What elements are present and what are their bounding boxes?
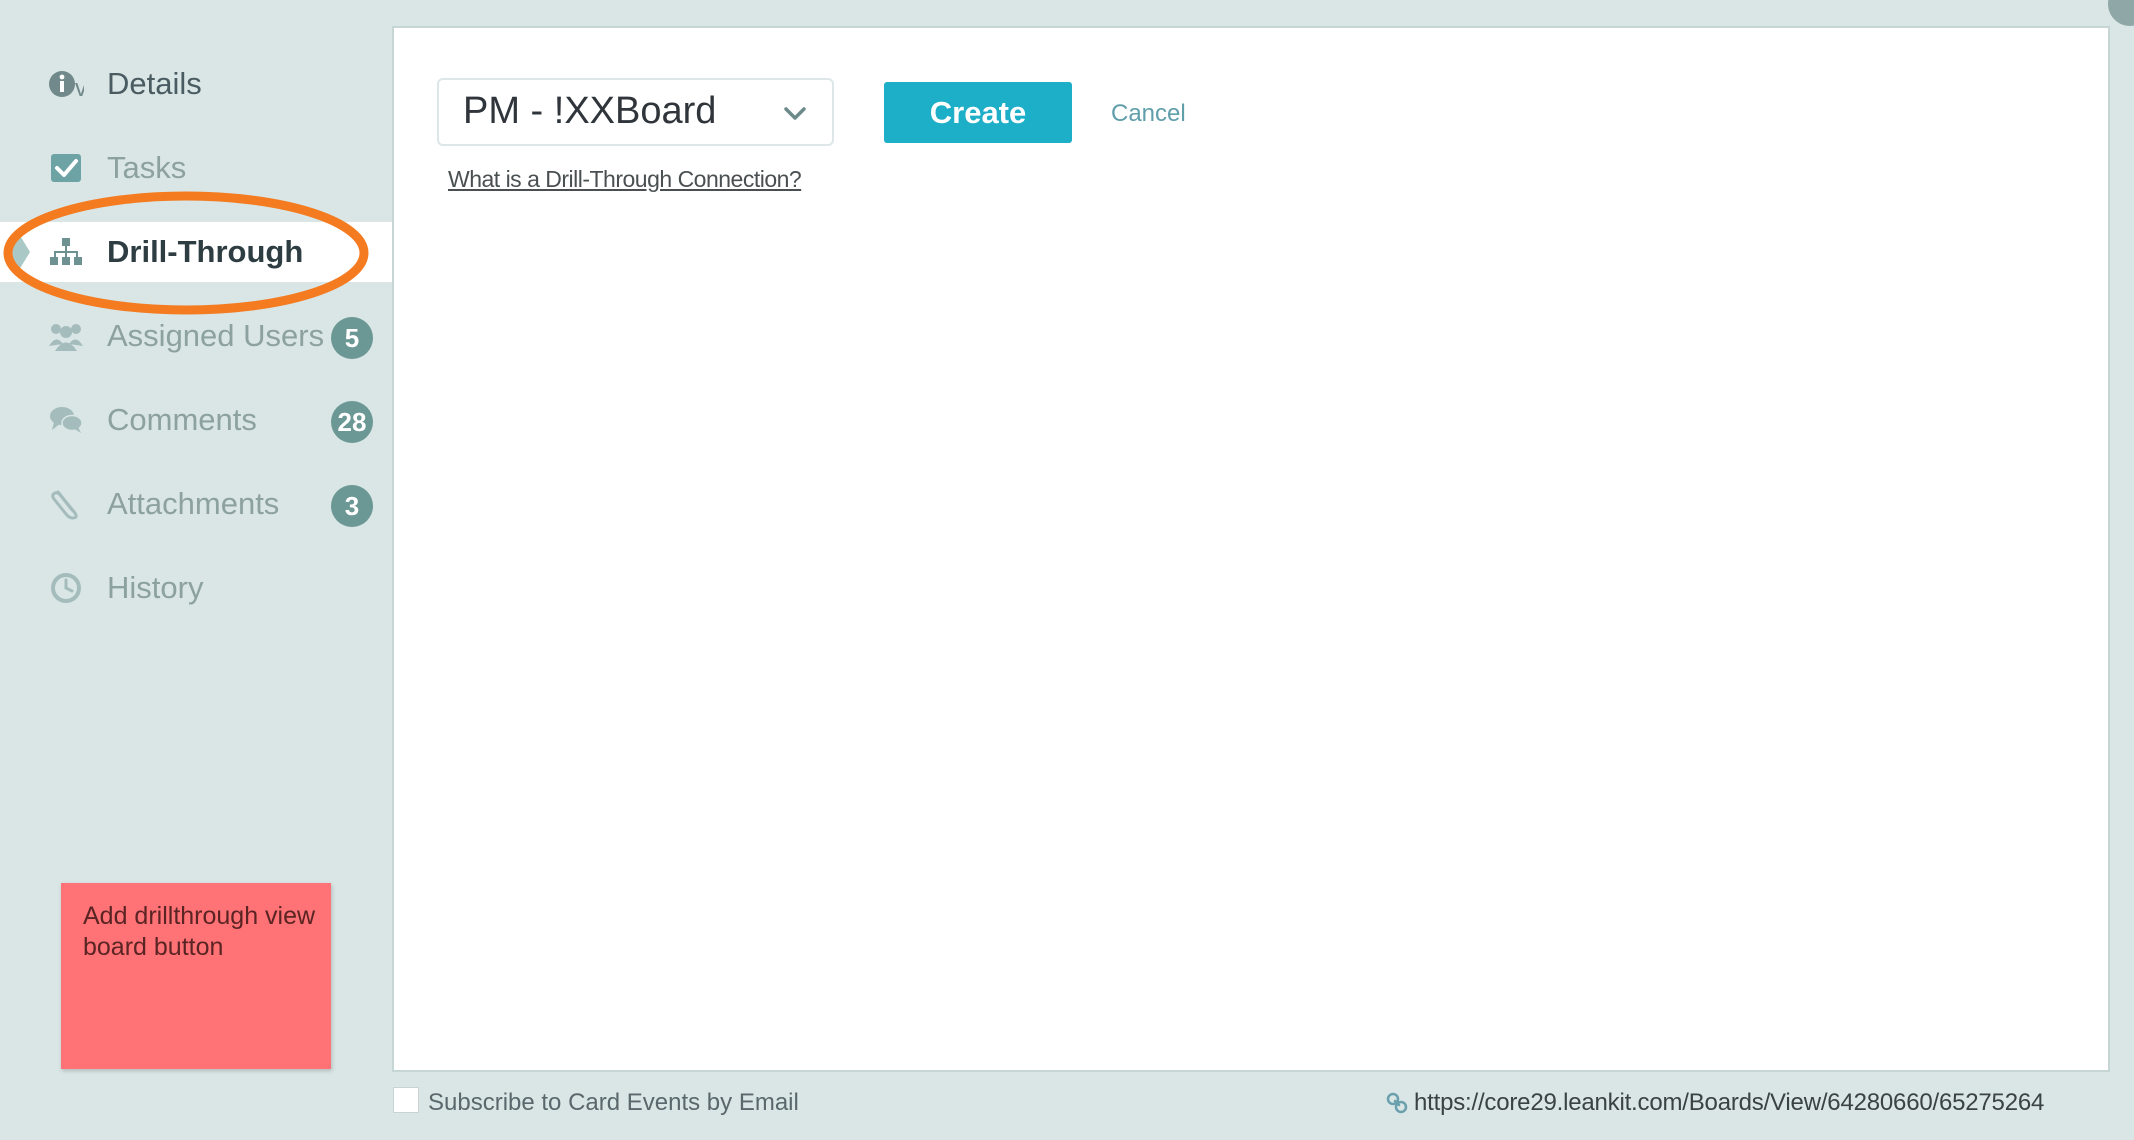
sticky-note-text: Add drillthrough view board button: [83, 902, 316, 961]
sidebar-item-label: Drill-Through: [107, 234, 304, 269]
comments-icon: [48, 404, 84, 436]
create-button[interactable]: Create: [884, 82, 1072, 143]
card-url-link[interactable]: https://core29.leankit.com/Boards/View/6…: [1386, 1089, 2044, 1117]
card-url-text: https://core29.leankit.com/Boards/View/6…: [1414, 1089, 2045, 1116]
link-icon: [1386, 1092, 1408, 1114]
info-icon: v: [48, 68, 84, 100]
card-sidebar: v Details Tasks Drill-Through Assigned U…: [0, 0, 392, 1140]
comments-count-badge: 28: [331, 401, 373, 443]
sidebar-item-label: Tasks: [107, 150, 187, 185]
sidebar-item-attachments[interactable]: Attachments 3: [0, 474, 392, 534]
board-select-value: PM - !XXBoard: [463, 90, 717, 132]
sidebar-item-history[interactable]: History: [0, 558, 392, 618]
close-icon[interactable]: [2108, 0, 2134, 26]
assigned-users-count-badge: 5: [331, 317, 373, 359]
chevron-down-icon: [782, 100, 808, 126]
active-item-marker: [8, 234, 30, 270]
sidebar-item-comments[interactable]: Comments 28: [0, 390, 392, 450]
checkbox-icon: [48, 152, 84, 184]
sidebar-item-drill-through[interactable]: Drill-Through: [0, 222, 392, 282]
sidebar-item-label: History: [107, 570, 204, 605]
sidebar-item-tasks[interactable]: Tasks: [0, 138, 392, 198]
subscribe-checkbox[interactable]: [393, 1087, 419, 1113]
sidebar-item-label: Comments: [107, 402, 257, 437]
sidebar-item-details[interactable]: v Details: [0, 54, 392, 114]
sidebar-item-label: Assigned Users: [107, 318, 325, 353]
drill-through-help-link[interactable]: What is a Drill-Through Connection?: [448, 166, 802, 193]
sidebar-item-assigned-users[interactable]: Assigned Users 5: [0, 306, 392, 366]
hierarchy-icon: [48, 236, 84, 268]
attachments-count-badge: 3: [331, 485, 373, 527]
users-icon: [48, 320, 84, 352]
paperclip-icon: [48, 488, 84, 520]
sidebar-item-label: Details: [107, 66, 202, 101]
annotation-sticky-note: Add drillthrough view board button: [61, 883, 331, 1069]
board-select-dropdown[interactable]: PM - !XXBoard: [437, 78, 834, 146]
sidebar-item-label: Attachments: [107, 486, 280, 521]
clock-icon: [48, 572, 84, 604]
cancel-link[interactable]: Cancel: [1111, 100, 1186, 128]
info-suffix: v: [75, 75, 84, 100]
subscribe-label: Subscribe to Card Events by Email: [428, 1089, 799, 1116]
